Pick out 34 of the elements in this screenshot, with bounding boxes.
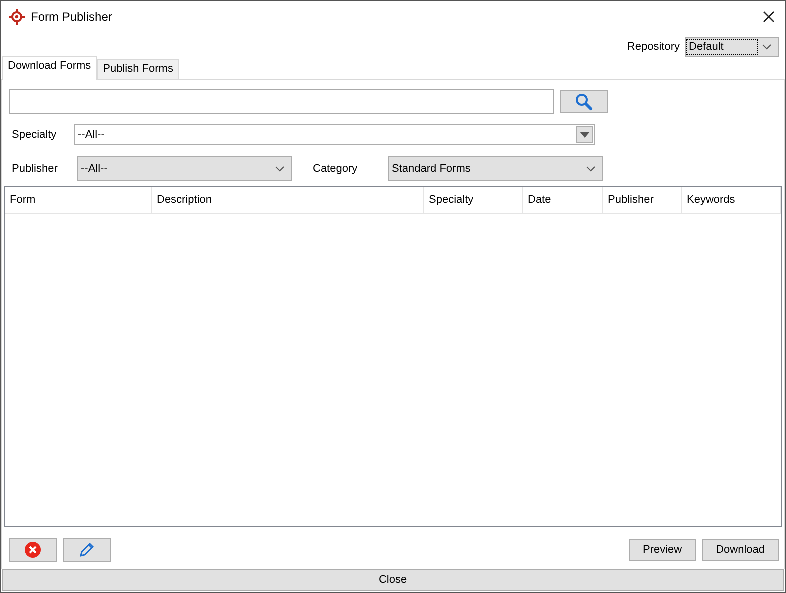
column-header[interactable]: Publisher xyxy=(603,187,682,213)
column-header[interactable]: Specialty xyxy=(424,187,523,213)
tab[interactable]: Download Forms xyxy=(2,56,98,80)
triangle-icon xyxy=(580,132,590,138)
edit-button[interactable] xyxy=(63,538,111,562)
specialty-label: Specialty xyxy=(12,128,58,140)
tab[interactable]: Publish Forms xyxy=(97,59,180,79)
category-dropdown[interactable]: Standard Forms xyxy=(388,156,603,181)
close-button[interactable]: Close xyxy=(2,569,784,591)
column-header[interactable]: Keywords xyxy=(682,187,781,213)
close-icon[interactable] xyxy=(763,10,775,22)
error-icon xyxy=(25,542,41,558)
search-field[interactable] xyxy=(9,89,554,114)
column-header[interactable]: Description xyxy=(152,187,424,213)
chevron-icon xyxy=(762,44,772,50)
column-header[interactable]: Form xyxy=(5,187,152,213)
dropdown-button[interactable] xyxy=(576,126,593,143)
pencil-icon xyxy=(78,541,96,559)
category-label: Category xyxy=(313,162,359,174)
window-title: Form Publisher xyxy=(31,10,114,24)
chevron-icon xyxy=(586,166,596,172)
publisher-label: Publisher xyxy=(12,162,59,174)
search-icon xyxy=(575,92,593,110)
column-header[interactable]: Date xyxy=(523,187,603,213)
repository-label: Repository xyxy=(627,41,680,53)
action-button[interactable]: Download xyxy=(702,539,779,561)
publisher-dropdown[interactable]: --All-- xyxy=(77,156,292,181)
search-button[interactable] xyxy=(560,90,608,113)
delete-button[interactable] xyxy=(9,538,57,562)
action-button[interactable]: Preview xyxy=(628,539,696,561)
repository-dropdown[interactable]: Default xyxy=(685,37,779,57)
target-icon xyxy=(9,8,25,24)
specialty-dropdown[interactable]: --All-- xyxy=(74,124,595,145)
chevron-icon xyxy=(275,166,285,172)
